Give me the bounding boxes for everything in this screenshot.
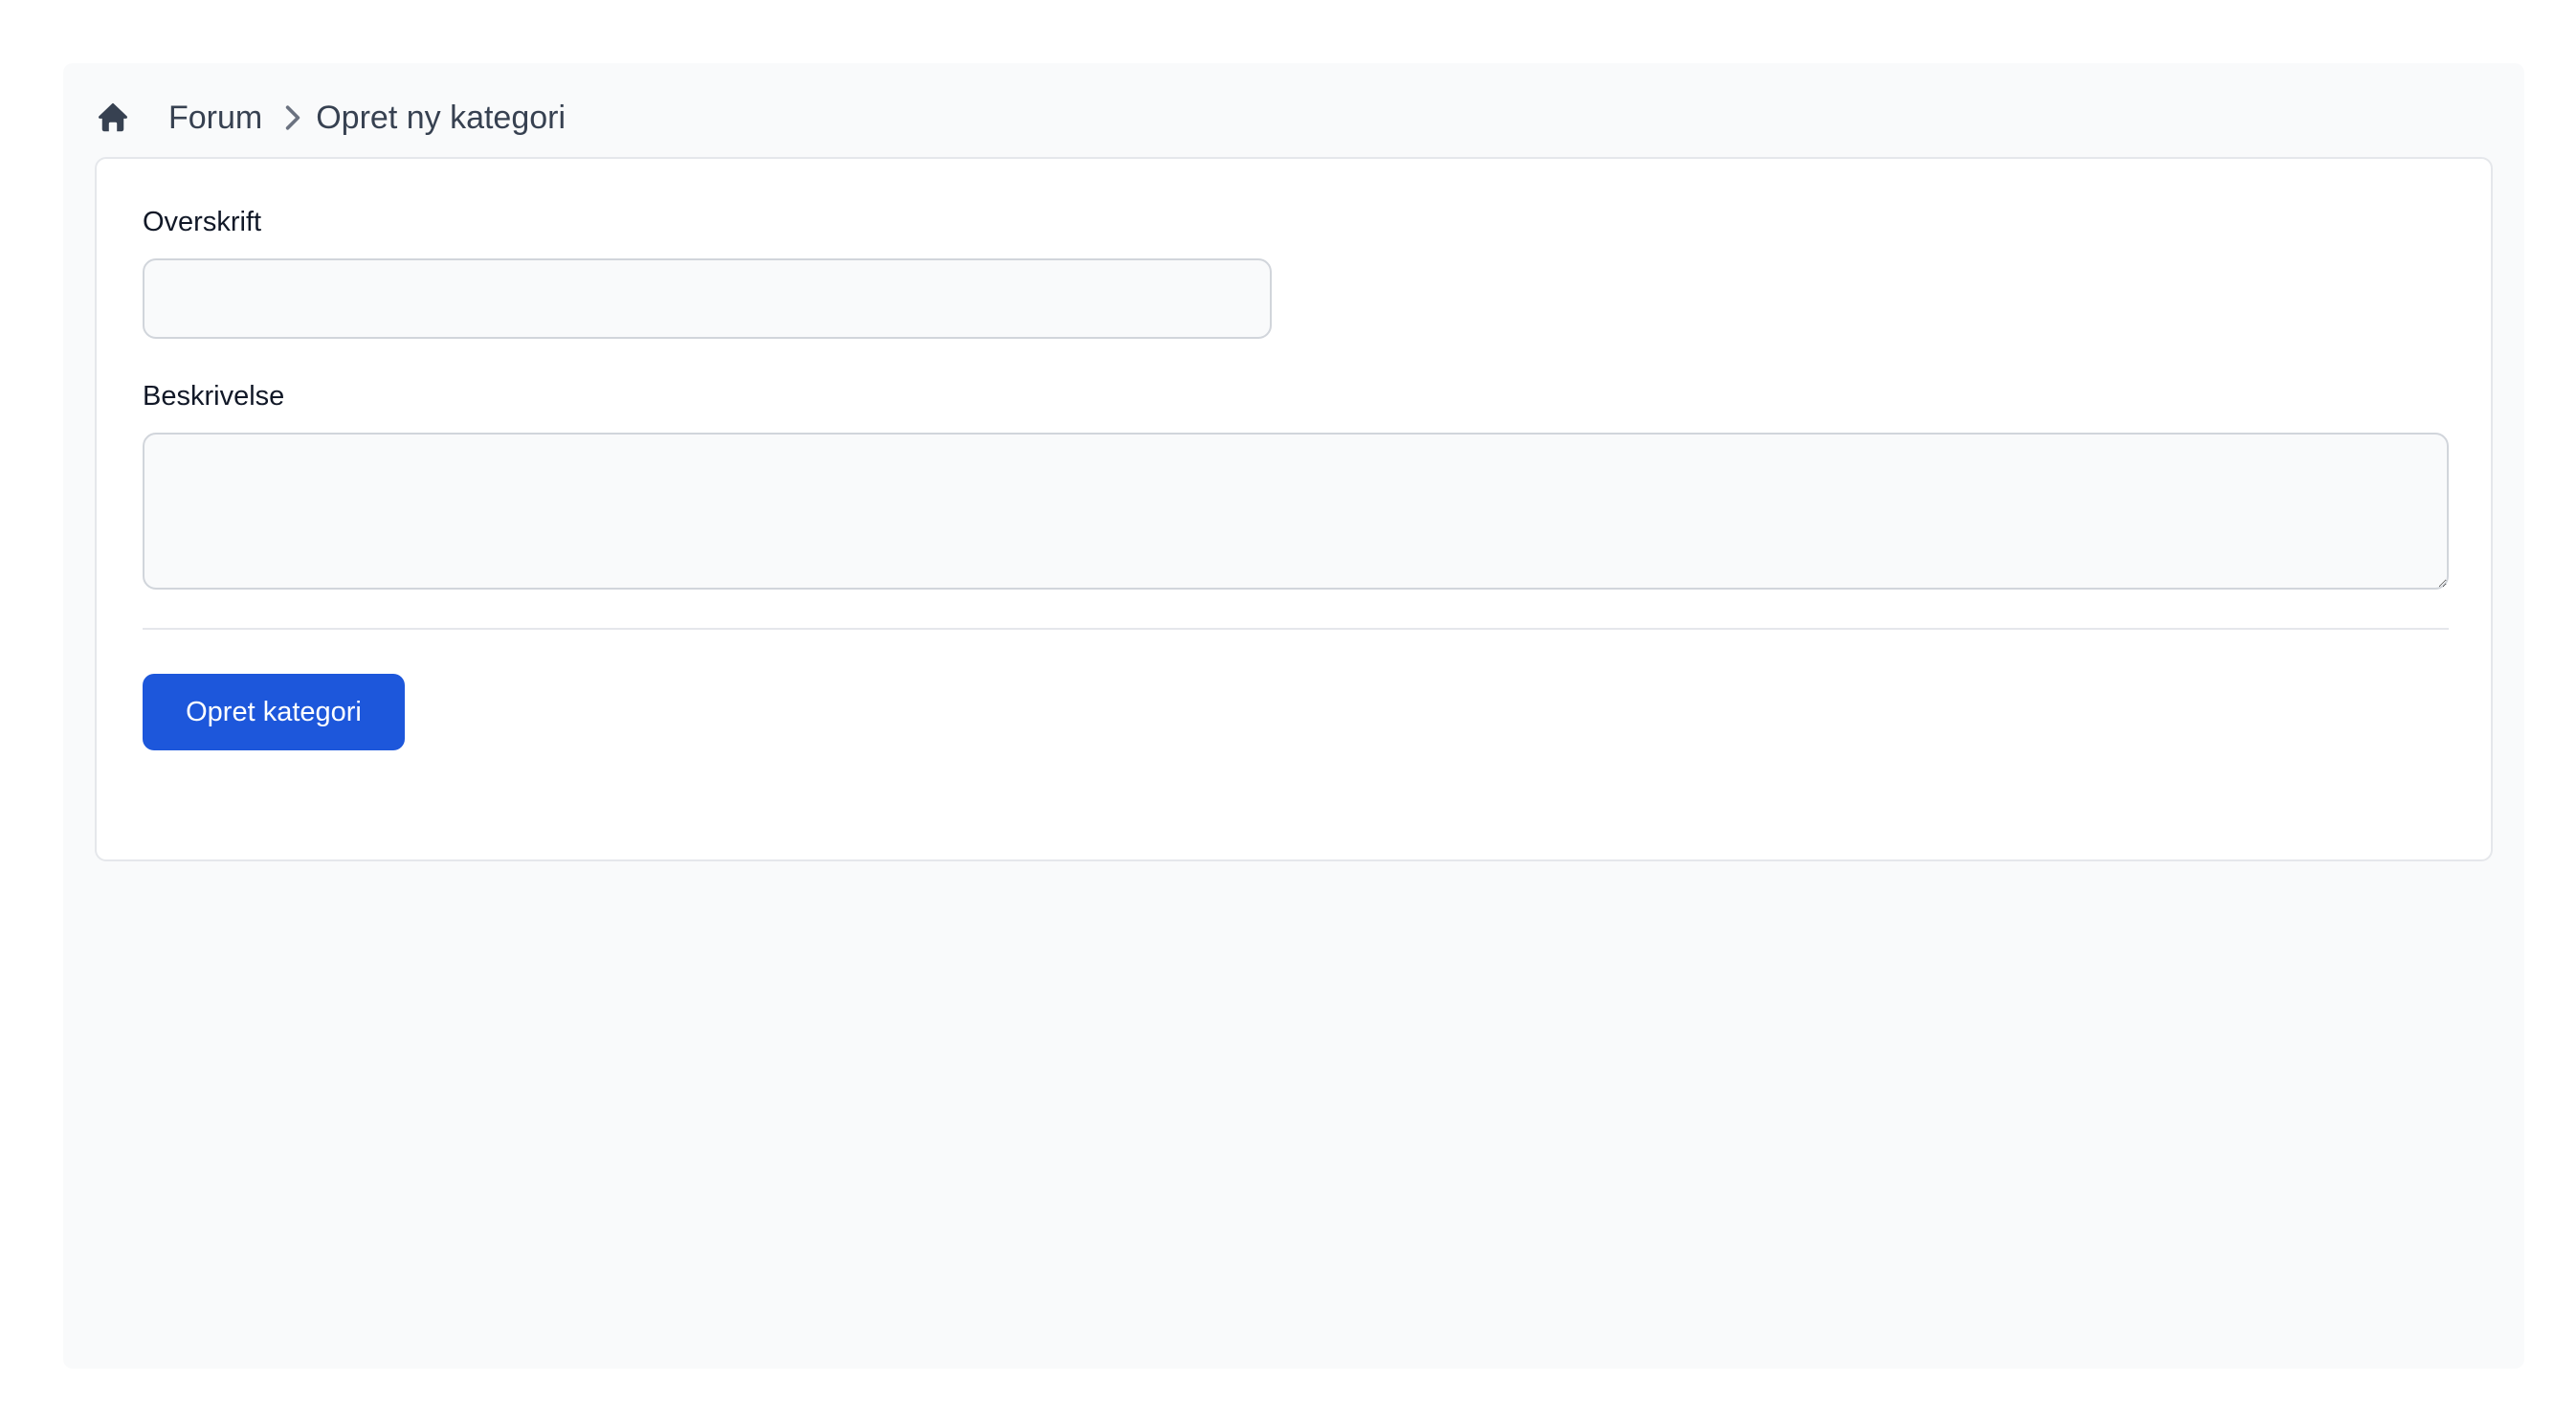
- breadcrumb-current: Opret ny kategori: [316, 99, 566, 136]
- description-textarea[interactable]: [143, 433, 2449, 590]
- divider: [143, 628, 2449, 630]
- title-input[interactable]: [143, 258, 1272, 339]
- description-label: Beskrivelse: [143, 381, 285, 412]
- create-category-button[interactable]: Opret kategori: [143, 674, 405, 750]
- page-container: Forum Opret ny kategori Overskrift Beskr…: [63, 63, 2524, 1369]
- breadcrumb-forum-link[interactable]: Forum: [168, 100, 262, 137]
- home-icon[interactable]: [94, 99, 132, 137]
- breadcrumb: Forum Opret ny kategori: [94, 82, 566, 153]
- create-category-form-card: Overskrift Beskrivelse Opret kategori: [95, 157, 2493, 861]
- chevron-right-icon: [283, 101, 302, 134]
- title-label: Overskrift: [143, 207, 262, 237]
